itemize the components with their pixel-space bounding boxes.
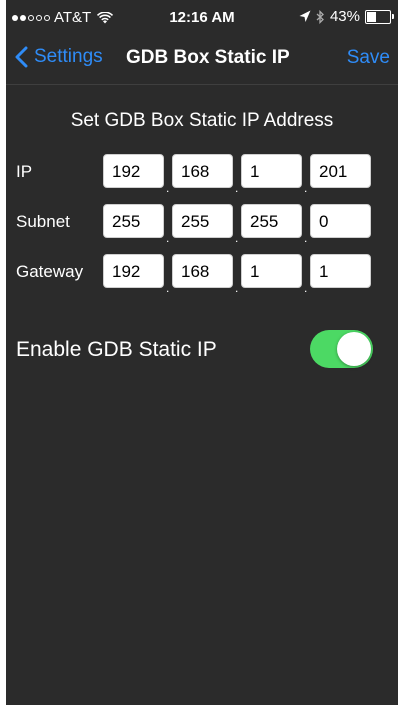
octet-separator: . bbox=[304, 181, 308, 195]
gateway-octet-2-field[interactable]: 168 bbox=[172, 254, 233, 288]
gateway-octet-4-field[interactable]: 1 bbox=[310, 254, 371, 288]
octet-separator: . bbox=[235, 181, 239, 195]
status-bar: AT&T 12:16 AM 43% bbox=[6, 0, 398, 36]
subnet-octet-3-field[interactable]: 255 bbox=[241, 204, 302, 238]
enable-static-ip-label: Enable GDB Static IP bbox=[16, 338, 217, 361]
back-button-label: Settings bbox=[34, 46, 103, 67]
status-right: 43% bbox=[299, 8, 394, 25]
gateway-row: Gateway 192 . 168 . 1 . 1 bbox=[6, 254, 398, 295]
octet-separator: . bbox=[304, 281, 308, 295]
toggle-knob bbox=[337, 332, 371, 366]
ip-octet-1-field[interactable]: 192 bbox=[103, 154, 164, 188]
chevron-left-icon bbox=[15, 46, 28, 68]
navigation-bar: Settings GDB Box Static IP Save bbox=[6, 36, 398, 85]
ip-row: IP 192 . 168 . 1 . 201 bbox=[6, 154, 398, 195]
battery-fill bbox=[367, 11, 376, 22]
battery-tip bbox=[392, 14, 394, 19]
subnet-octet-4-field[interactable]: 0 bbox=[310, 204, 371, 238]
save-button[interactable]: Save bbox=[347, 47, 390, 69]
back-button[interactable]: Settings bbox=[14, 46, 103, 68]
subnet-octet-1-field[interactable]: 255 bbox=[103, 204, 164, 238]
octet-separator: . bbox=[166, 181, 170, 195]
location-arrow-icon bbox=[299, 10, 311, 22]
section-title: Set GDB Box Static IP Address bbox=[70, 110, 334, 131]
octet-separator: . bbox=[166, 281, 170, 295]
subnet-label: Subnet bbox=[16, 212, 70, 231]
ip-label: IP bbox=[16, 162, 33, 181]
subnet-octet-2-field[interactable]: 255 bbox=[172, 204, 233, 238]
ip-octet-3-field[interactable]: 1 bbox=[241, 154, 302, 188]
octet-separator: . bbox=[235, 281, 239, 295]
enable-static-ip-toggle[interactable] bbox=[310, 330, 373, 368]
octet-separator: . bbox=[235, 231, 239, 245]
subnet-row: Subnet 255 . 255 . 255 . 0 bbox=[6, 204, 398, 245]
bluetooth-icon bbox=[316, 9, 324, 24]
gateway-label: Gateway bbox=[16, 262, 84, 281]
enable-static-ip-row: Enable GDB Static IP bbox=[6, 330, 398, 370]
octet-separator: . bbox=[304, 231, 308, 245]
gateway-octet-3-field[interactable]: 1 bbox=[241, 254, 302, 288]
page-title: GDB Box Static IP bbox=[126, 47, 290, 68]
octet-separator: . bbox=[166, 231, 170, 245]
battery-percent: 43% bbox=[329, 8, 360, 25]
battery-body bbox=[365, 9, 391, 24]
phone-screen: AT&T 12:16 AM 43% Settings GDB Box Stati… bbox=[6, 0, 398, 705]
ip-octet-2-field[interactable]: 168 bbox=[172, 154, 233, 188]
ip-octet-4-field[interactable]: 201 bbox=[310, 154, 371, 188]
battery-icon bbox=[365, 9, 394, 24]
gateway-octet-1-field[interactable]: 192 bbox=[103, 254, 164, 288]
